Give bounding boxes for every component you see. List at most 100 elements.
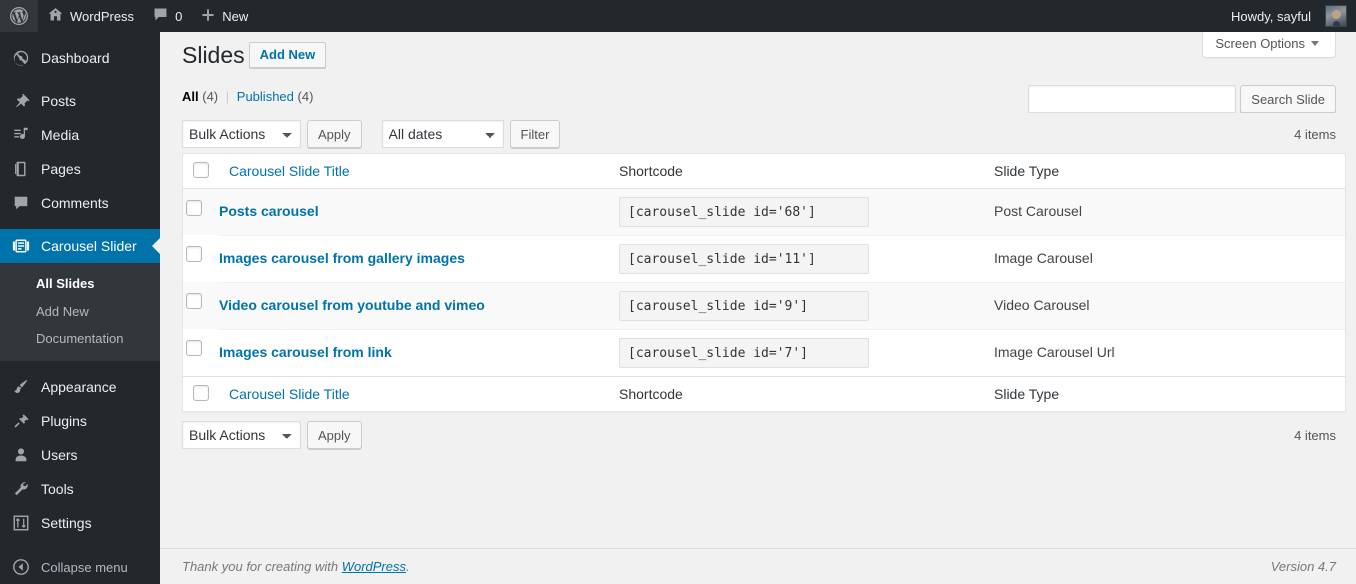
- submenu-item-add-new[interactable]: Add New: [0, 298, 160, 326]
- bulk-action-select-bottom[interactable]: Bulk Actions Edit Move to Trash: [182, 421, 301, 450]
- menu-separator-3: [0, 361, 160, 370]
- date-filter-select[interactable]: All dates: [381, 120, 504, 148]
- view-published-link[interactable]: Published: [237, 89, 294, 104]
- sidebar-item-label: Settings: [41, 514, 92, 531]
- appearance-brush-icon: [11, 377, 31, 397]
- shortcode-input[interactable]: [619, 197, 869, 228]
- tablenav-bottom: Bulk Actions Edit Move to Trash Apply 4 …: [182, 420, 1336, 450]
- sort-by-title-link[interactable]: Carousel Slide Title: [229, 163, 350, 179]
- sidebar-item-label: Dashboard: [41, 50, 110, 66]
- shortcode-input[interactable]: [619, 291, 869, 322]
- column-header-title: Carousel Slide Title: [219, 154, 609, 190]
- sidebar-item-media[interactable]: Media: [0, 118, 160, 152]
- sidebar-item-plugins[interactable]: Plugins: [0, 404, 160, 438]
- footer-thanks: Thank you for creating with WordPress.: [182, 559, 410, 574]
- view-all-count: (4): [202, 89, 219, 104]
- sort-by-title-link-bottom[interactable]: Carousel Slide Title: [229, 386, 350, 402]
- row-slide-type-cell: Image Carousel: [984, 235, 1345, 282]
- items-count-top: 4 items: [1294, 126, 1336, 142]
- comments-count: 0: [175, 8, 183, 24]
- new-content-menu[interactable]: New: [191, 0, 257, 32]
- comments-menu[interactable]: 0: [143, 0, 191, 32]
- sidebar-item-appearance[interactable]: Appearance: [0, 370, 160, 404]
- sidebar-item-users[interactable]: Users: [0, 438, 160, 472]
- wordpress-logo-button[interactable]: [0, 0, 38, 32]
- sidebar-item-label: Appearance: [41, 378, 117, 395]
- sidebar-item-label: Carousel Slider: [41, 238, 137, 254]
- column-header-shortcode: Shortcode: [609, 154, 984, 190]
- row-slide-type-cell: Video Carousel: [984, 282, 1345, 329]
- collapse-menu-button[interactable]: Collapse menu: [0, 550, 160, 584]
- site-name-menu[interactable]: WordPress: [38, 0, 143, 32]
- menu-separator-2: [0, 220, 160, 229]
- table-row: Images carousel from link Image Carousel…: [183, 329, 1345, 377]
- footer-thanks-prefix: Thank you for creating with: [182, 559, 342, 574]
- slide-title-link[interactable]: Posts carousel: [219, 203, 319, 219]
- screen-options-label: Screen Options: [1215, 36, 1305, 51]
- plugins-plug-icon: [11, 411, 31, 431]
- plus-icon: [200, 7, 216, 26]
- sidebar-item-pages[interactable]: Pages: [0, 152, 160, 186]
- sidebar-item-label: Posts: [41, 93, 77, 109]
- avatar: [1325, 5, 1347, 27]
- row-title-cell: Posts carousel: [219, 189, 609, 235]
- admin-footer: Thank you for creating with WordPress. V…: [160, 548, 1356, 584]
- slide-title-link[interactable]: Video carousel from youtube and vimeo: [219, 297, 485, 313]
- media-icon: [11, 125, 31, 145]
- wordpress-link[interactable]: WordPress: [342, 559, 406, 574]
- sidebar-item-label: Pages: [41, 161, 81, 177]
- sidebar-item-settings[interactable]: Settings: [0, 506, 160, 540]
- bulk-action-select-top[interactable]: Bulk Actions Edit Move to Trash: [182, 120, 301, 148]
- row-title-cell: Images carousel from link: [219, 329, 609, 376]
- screen-options-toggle[interactable]: Screen Options: [1202, 32, 1336, 58]
- column-footer-shortcode: Shortcode: [609, 376, 984, 412]
- page-title: Slides: [182, 42, 245, 68]
- new-content-label: New: [222, 8, 249, 24]
- sidebar-item-dashboard[interactable]: Dashboard: [0, 41, 160, 75]
- column-footer-title: Carousel Slide Title: [219, 376, 609, 412]
- row-shortcode-cell: [609, 189, 984, 235]
- sidebar-item-tools[interactable]: Tools: [0, 472, 160, 506]
- row-slide-type-cell: Image Carousel Url: [984, 329, 1345, 376]
- row-checkbox[interactable]: [186, 293, 202, 310]
- users-icon: [11, 445, 31, 465]
- slide-title-link[interactable]: Images carousel from link: [219, 344, 392, 360]
- slides-table: Carousel Slide Title Shortcode Slide Typ…: [182, 153, 1346, 413]
- tools-wrench-icon: [11, 479, 31, 499]
- my-account-menu[interactable]: Howdy, sayful: [1222, 0, 1356, 32]
- sidebar-item-comments[interactable]: Comments: [0, 186, 160, 220]
- submenu-item-all-slides[interactable]: All Slides: [0, 270, 160, 298]
- admin-content-area: Screen Options Slides Add New All (4) | P…: [160, 32, 1356, 584]
- sidebar-item-posts[interactable]: Posts: [0, 84, 160, 118]
- home-icon: [47, 6, 64, 26]
- shortcode-input[interactable]: [619, 338, 869, 369]
- chevron-down-icon: [1311, 41, 1319, 46]
- column-header-slide-type: Slide Type: [984, 154, 1345, 190]
- select-all-checkbox-bottom[interactable]: [193, 385, 209, 402]
- menu-separator-1: [0, 75, 160, 84]
- table-foot: Carousel Slide Title Shortcode Slide Typ…: [183, 376, 1345, 412]
- row-select-cell: [183, 189, 219, 235]
- filter-button[interactable]: Filter: [509, 120, 561, 148]
- row-checkbox[interactable]: [186, 200, 202, 217]
- apply-bulk-action-button-bottom[interactable]: Apply: [307, 421, 362, 450]
- sidebar-item-carousel-slider[interactable]: Carousel Slider: [0, 229, 160, 263]
- select-all-checkbox-top[interactable]: [193, 162, 209, 178]
- select-all-header-top: [183, 154, 219, 190]
- submenu-item-documentation[interactable]: Documentation: [0, 325, 160, 353]
- row-checkbox[interactable]: [186, 340, 202, 357]
- table-head: Carousel Slide Title Shortcode Slide Typ…: [183, 154, 1345, 190]
- sidebar-item-label: Tools: [41, 480, 74, 497]
- tablenav-top: Bulk Actions Edit Move to Trash Apply Al…: [182, 119, 1336, 149]
- shortcode-input[interactable]: [619, 244, 869, 275]
- pin-icon: [11, 91, 31, 111]
- search-input[interactable]: [1028, 85, 1237, 113]
- admin-bar: WordPress 0 New Howdy, sayful: [0, 0, 1356, 32]
- view-all-link[interactable]: All: [182, 89, 199, 104]
- add-new-button[interactable]: Add New: [248, 41, 327, 69]
- search-submit-button[interactable]: Search Slide: [1240, 85, 1336, 113]
- apply-bulk-action-button-top[interactable]: Apply: [307, 120, 362, 148]
- slide-title-link[interactable]: Images carousel from gallery images: [219, 250, 465, 266]
- bulk-actions-bottom: Bulk Actions Edit Move to Trash Apply: [182, 421, 362, 450]
- row-checkbox[interactable]: [186, 246, 202, 263]
